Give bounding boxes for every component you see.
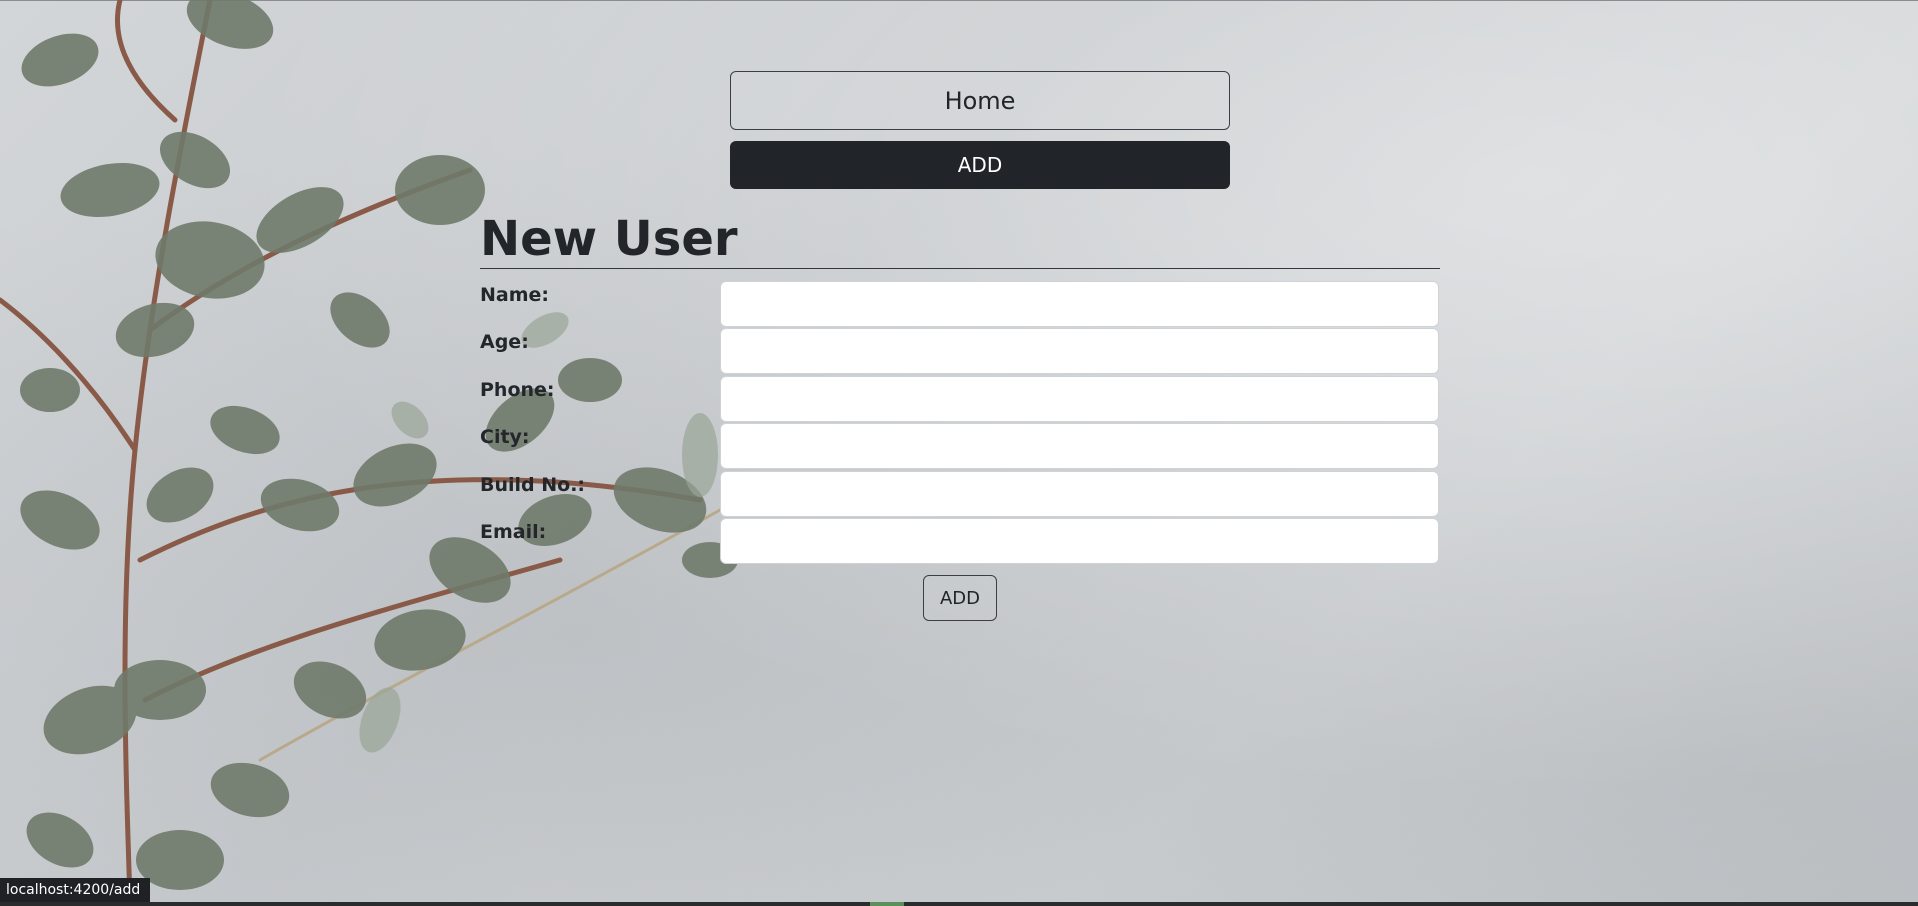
title-divider xyxy=(480,268,1440,269)
age-input[interactable] xyxy=(720,328,1439,374)
page-title: New User xyxy=(480,211,738,267)
window-top-edge xyxy=(0,0,1918,1)
city-input[interactable] xyxy=(720,423,1439,469)
status-bar-url: localhost:4200/add xyxy=(0,878,151,902)
taskbar-indicator xyxy=(870,902,904,906)
name-input[interactable] xyxy=(720,281,1439,327)
email-label: Email: xyxy=(480,521,547,543)
home-button[interactable]: Home xyxy=(730,71,1230,130)
submit-add-button[interactable]: ADD xyxy=(923,575,997,621)
build-no-input[interactable] xyxy=(720,471,1439,517)
name-label: Name: xyxy=(480,284,550,306)
build-no-label: Build No.: xyxy=(480,474,586,496)
eucalyptus-background-image xyxy=(0,0,738,903)
email-input[interactable] xyxy=(720,518,1439,564)
phone-input[interactable] xyxy=(720,376,1439,422)
age-label: Age: xyxy=(480,331,529,353)
taskbar-edge xyxy=(0,902,1918,906)
add-nav-button[interactable]: ADD xyxy=(730,141,1230,189)
phone-label: Phone: xyxy=(480,379,555,401)
city-label: City: xyxy=(480,426,530,448)
